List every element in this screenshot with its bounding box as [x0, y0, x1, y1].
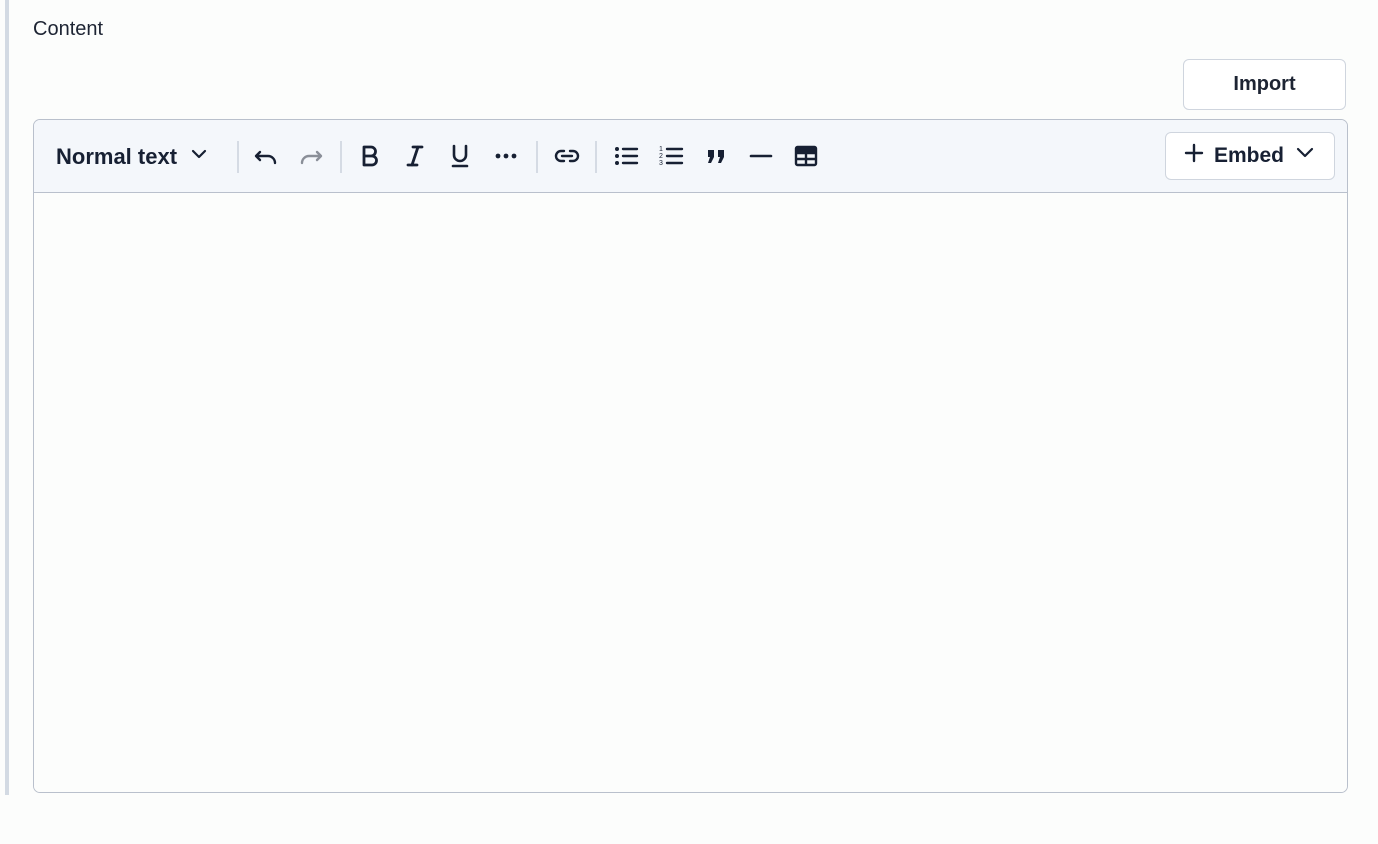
editor-content-area[interactable] — [34, 193, 1347, 792]
plus-icon — [1184, 143, 1204, 169]
redo-icon[interactable] — [294, 139, 328, 173]
undo-icon[interactable] — [249, 139, 283, 173]
chevron-down-icon — [1294, 143, 1316, 169]
bold-icon[interactable] — [353, 139, 387, 173]
svg-text:2: 2 — [659, 153, 663, 160]
numbered-list-icon[interactable]: 123 — [654, 139, 688, 173]
toolbar-separator — [340, 141, 342, 173]
link-icon[interactable] — [550, 139, 584, 173]
toolbar-separator — [536, 141, 538, 173]
bulleted-list-icon[interactable] — [609, 139, 643, 173]
italic-icon[interactable] — [398, 139, 432, 173]
embed-dropdown-button[interactable]: Embed — [1165, 132, 1335, 180]
horizontal-rule-icon[interactable] — [744, 139, 778, 173]
content-field-label: Content — [33, 18, 104, 40]
underline-icon[interactable] — [443, 139, 477, 173]
rich-text-editor: Normal text 1 2 3 Embed — [33, 119, 1348, 793]
text-style-value: Normal text — [56, 144, 178, 169]
editor-toolbar: Normal text 1 2 3 Embed — [34, 120, 1347, 193]
toolbar-separator — [237, 141, 239, 173]
toolbar-separator — [595, 141, 597, 173]
svg-text:1: 1 — [659, 146, 663, 153]
blockquote-icon[interactable] — [699, 139, 733, 173]
import-button[interactable]: Import — [1183, 59, 1346, 110]
embed-button-label: Embed — [1213, 144, 1284, 167]
svg-text:3: 3 — [659, 160, 663, 167]
text-style-dropdown[interactable]: Normal text — [56, 140, 209, 174]
more-options-icon[interactable] — [489, 139, 523, 173]
field-left-rule — [5, 0, 9, 795]
table-icon[interactable] — [789, 139, 823, 173]
chevron-down-icon — [189, 144, 209, 170]
